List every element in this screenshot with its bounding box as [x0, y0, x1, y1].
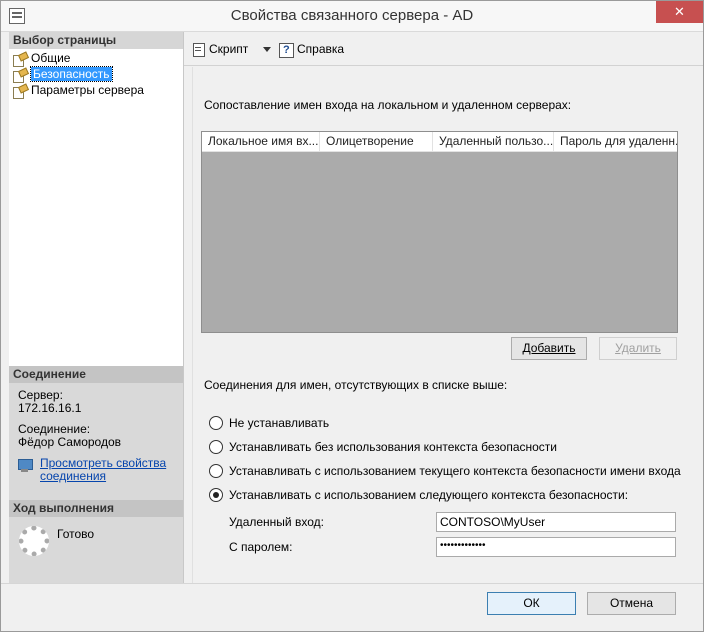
- remove-button[interactable]: Удалить: [599, 337, 677, 360]
- unmapped-logins-caption: Соединения для имен, отсутствующих в спи…: [204, 378, 508, 392]
- add-button[interactable]: Добавить: [511, 337, 587, 360]
- script-label: Скрипт: [209, 42, 249, 56]
- progress-spinner-icon: [19, 526, 49, 556]
- right-panel: Скрипт Справка Сопоставление имен входа …: [184, 32, 703, 583]
- radio-current-security-context[interactable]: [209, 464, 223, 478]
- help-button[interactable]: Справка: [278, 41, 348, 59]
- option-label: Устанавливать без использования контекст…: [229, 440, 557, 454]
- page-item-general[interactable]: Общие: [9, 51, 183, 67]
- add-button-label: Добавить: [522, 341, 576, 355]
- page-icon: [13, 53, 27, 67]
- script-dropdown-arrow-icon[interactable]: [263, 47, 271, 52]
- grid-column-remote-password[interactable]: Пароль для удаленн...: [554, 132, 677, 152]
- page-item-label: Параметры сервера: [31, 83, 144, 97]
- login-mapping-caption: Сопоставление имен входа на локальном и …: [204, 98, 572, 112]
- login-mapping-grid[interactable]: Локальное имя вх... Олицетворение Удален…: [201, 131, 678, 333]
- grid-column-remote-user[interactable]: Удаленный пользо...: [433, 132, 554, 152]
- title-bar: Свойства связанного сервера - AD ✕: [1, 1, 703, 32]
- password-input[interactable]: •••••••••••••: [436, 537, 676, 557]
- remove-button-label: Удалить: [615, 341, 661, 355]
- view-connection-properties-link[interactable]: Просмотреть свойства соединения: [40, 456, 166, 483]
- page-icon: [13, 69, 27, 83]
- page-icon: [13, 85, 27, 99]
- linked-server-properties-window: Свойства связанного сервера - AD ✕ Выбор…: [0, 0, 704, 632]
- script-icon: [190, 42, 206, 57]
- progress-header: Ход выполнения: [9, 500, 183, 517]
- connection-section: Соединение Сервер: 172.16.16.1 Соединени…: [9, 366, 183, 501]
- radio-not-be-made[interactable]: [209, 416, 223, 430]
- connection-properties-icon: [18, 459, 34, 473]
- page-item-security[interactable]: Безопасность: [9, 66, 183, 83]
- option-label: Устанавливать с использованием текущего …: [229, 464, 681, 478]
- connection-header: Соединение: [9, 366, 183, 383]
- help-icon: [278, 42, 294, 59]
- password-label: С паролем:: [229, 540, 293, 554]
- progress-status: Готово: [57, 527, 95, 541]
- progress-section: Ход выполнения Готово: [9, 500, 183, 583]
- remote-login-label: Удаленный вход:: [229, 515, 324, 529]
- grid-column-local-login[interactable]: Локальное имя вх...: [202, 132, 320, 152]
- grid-column-impersonate[interactable]: Олицетворение: [320, 132, 433, 152]
- page-item-label: Безопасность: [30, 66, 113, 82]
- radio-following-security-context[interactable]: [209, 488, 223, 502]
- toolbar: Скрипт Справка: [184, 32, 703, 66]
- option-label: Не устанавливать: [229, 416, 330, 430]
- dialog-footer: ОК Отмена: [1, 583, 703, 631]
- security-page: Сопоставление имен входа на локальном и …: [192, 67, 701, 583]
- remote-login-input[interactable]: CONTOSO\MyUser: [436, 512, 676, 532]
- close-button[interactable]: ✕: [656, 1, 703, 23]
- grid-header: Локальное имя вх... Олицетворение Удален…: [202, 132, 677, 152]
- server-value: 172.16.16.1: [18, 401, 82, 415]
- ok-button[interactable]: ОК: [487, 592, 576, 615]
- script-button[interactable]: Скрипт: [190, 41, 252, 59]
- page-item-server-options[interactable]: Параметры сервера: [9, 83, 183, 99]
- help-label: Справка: [297, 42, 345, 56]
- page-item-label: Общие: [31, 51, 71, 65]
- option-label: Устанавливать с использованием следующег…: [229, 488, 629, 502]
- left-panel: Выбор страницы Общие Безопасность Параме…: [9, 32, 184, 583]
- select-page-header: Выбор страницы: [9, 32, 183, 49]
- connection-value: Фёдор Самородов: [18, 435, 122, 449]
- cancel-button[interactable]: Отмена: [587, 592, 676, 615]
- page-list: Общие Безопасность Параметры сервера: [9, 49, 183, 99]
- radio-without-security-context[interactable]: [209, 440, 223, 454]
- window-title: Свойства связанного сервера - AD: [230, 7, 474, 24]
